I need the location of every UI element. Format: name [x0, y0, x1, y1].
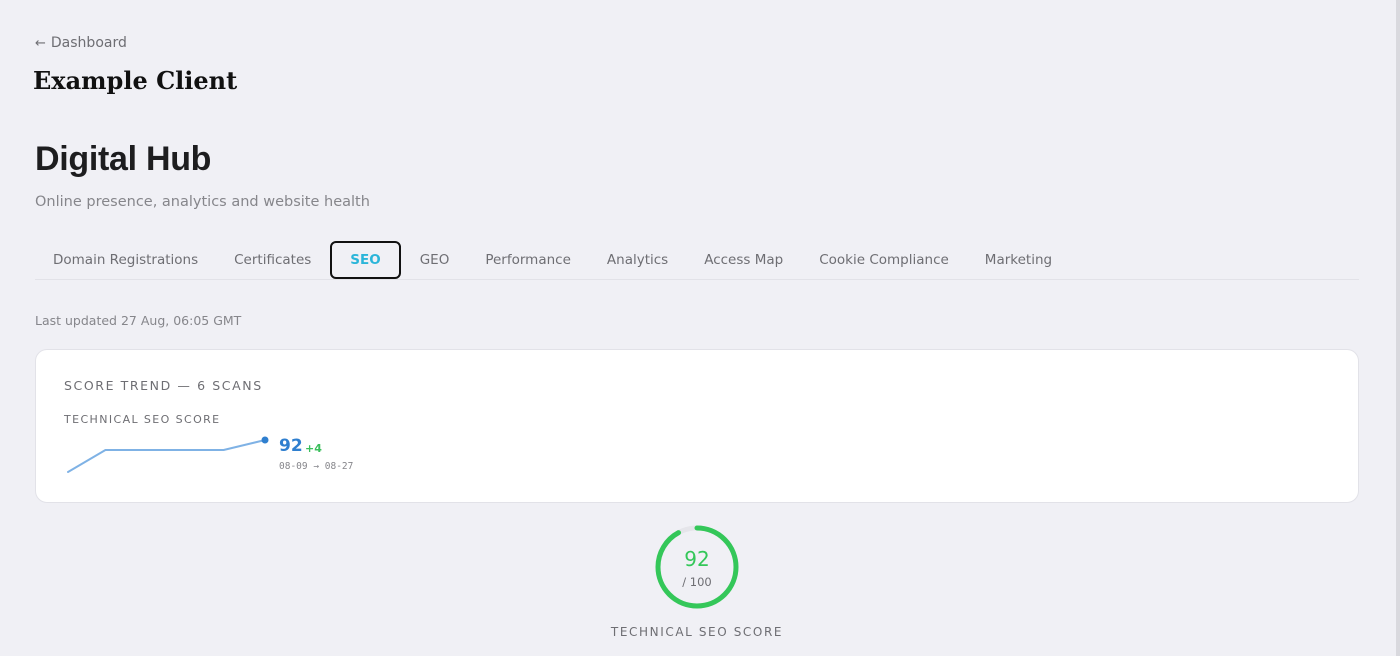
client-name: Example Client — [33, 66, 238, 95]
gauge-score-max: / 100 — [682, 575, 712, 589]
tab-domain-registrations[interactable]: Domain Registrations — [35, 242, 216, 278]
back-to-dashboard-link[interactable]: ← Dashboard — [35, 35, 127, 51]
tab-geo[interactable]: GEO — [402, 242, 468, 278]
sparkline-line — [67, 439, 266, 473]
technical-seo-score-value: 92 — [279, 436, 303, 456]
last-updated-text: Last updated 27 Aug, 06:05 GMT — [35, 313, 242, 328]
sparkline-latest-point — [261, 436, 269, 444]
tab-performance[interactable]: Performance — [467, 242, 589, 278]
tab-analytics[interactable]: Analytics — [589, 242, 686, 278]
tab-seo[interactable]: SEO — [330, 241, 401, 279]
technical-seo-score-label: TECHNICAL SEO SCORE — [64, 413, 221, 426]
tab-certificates[interactable]: Certificates — [216, 242, 329, 278]
score-trend-title: SCORE TREND — 6 SCANS — [64, 378, 263, 393]
gauge-score-value: 92 — [684, 547, 710, 571]
tab-bar: Domain Registrations Certificates SEO GE… — [35, 241, 1359, 280]
arrow-left-icon: ← — [35, 35, 46, 51]
score-trend-card: SCORE TREND — 6 SCANS TECHNICAL SEO SCOR… — [35, 349, 1359, 503]
technical-seo-score-delta: +4 — [305, 442, 322, 455]
tab-cookie-compliance[interactable]: Cookie Compliance — [801, 242, 967, 278]
technical-seo-date-range: 08-09 → 08-27 — [279, 461, 354, 472]
tab-access-map[interactable]: Access Map — [686, 242, 801, 278]
gauge-label: TECHNICAL SEO SCORE — [610, 625, 784, 639]
page-subtitle: Online presence, analytics and website h… — [35, 194, 370, 210]
tab-marketing[interactable]: Marketing — [967, 242, 1070, 278]
scrollbar[interactable] — [1396, 0, 1400, 656]
back-link-label: Dashboard — [50, 35, 127, 51]
page-title: Digital Hub — [35, 140, 212, 178]
technical-seo-sparkline — [67, 436, 269, 473]
